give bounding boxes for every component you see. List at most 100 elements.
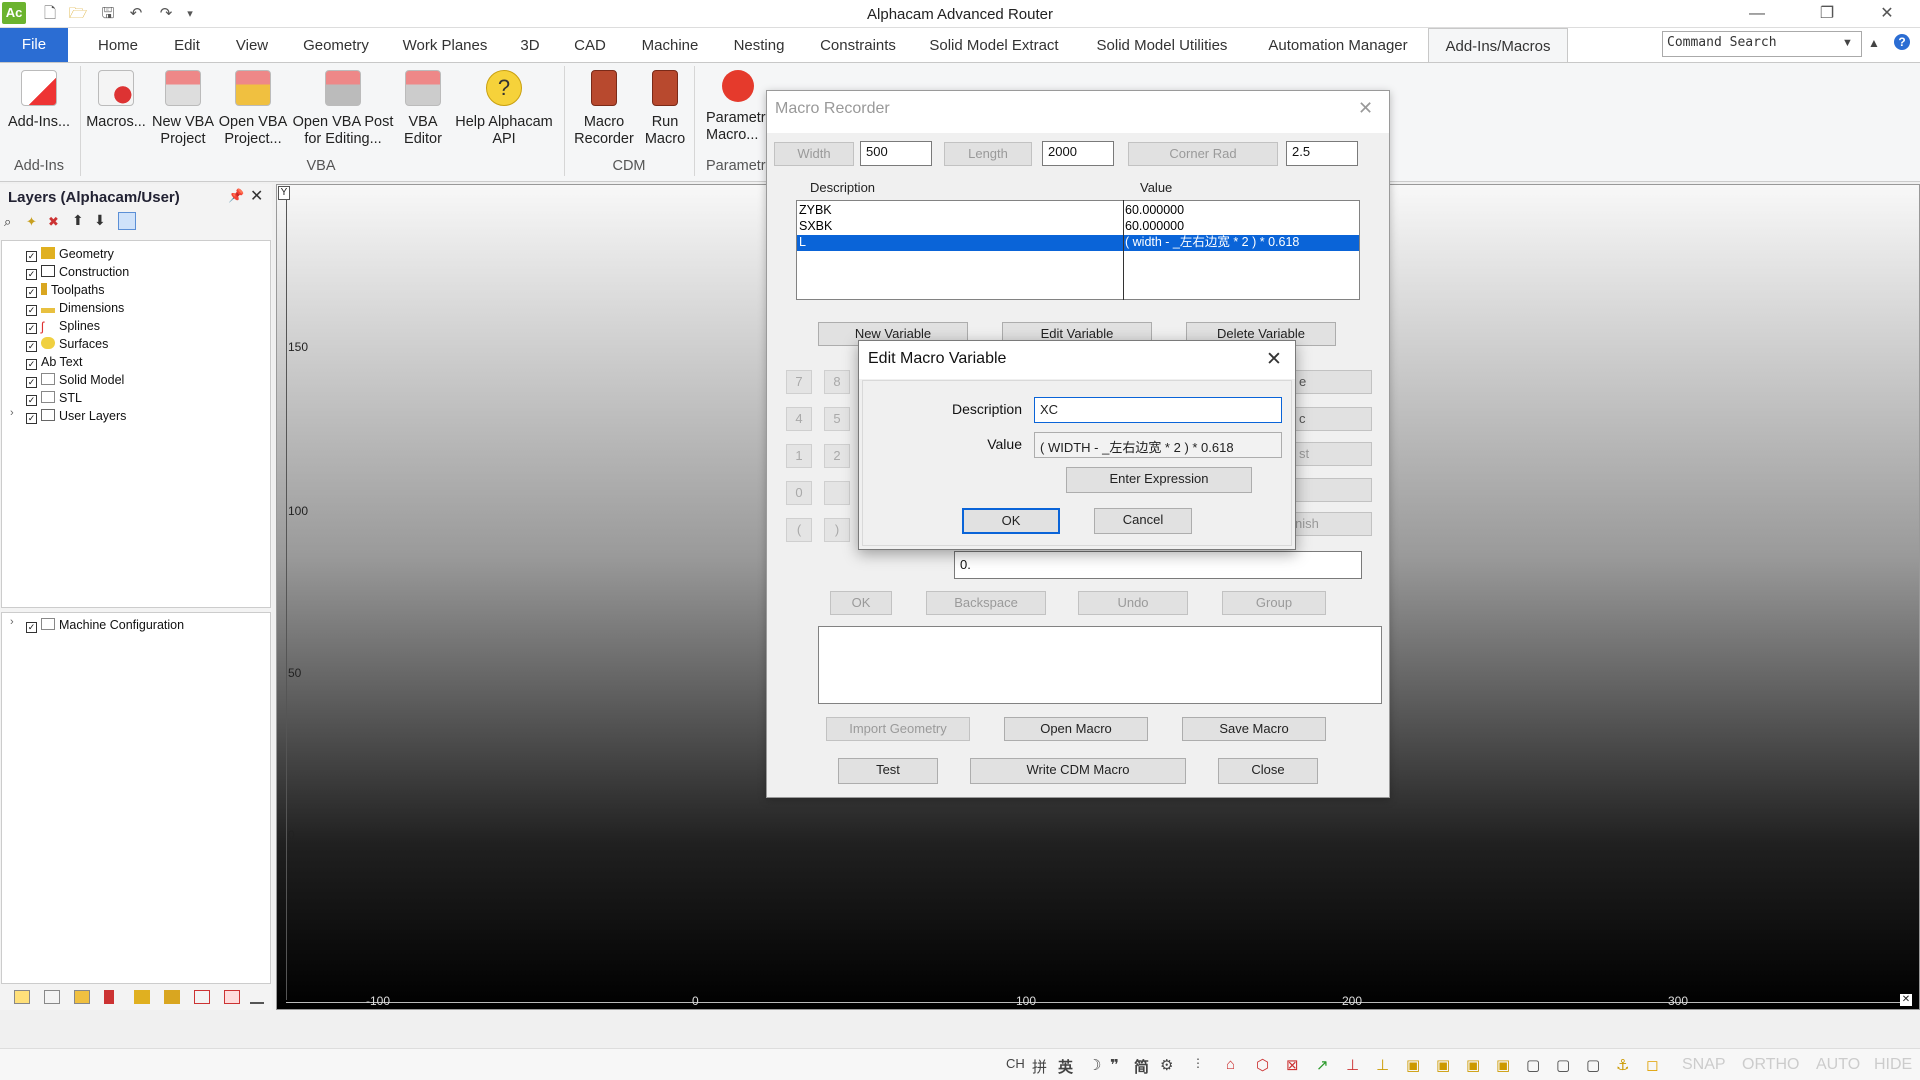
tab-geometry[interactable]: Geometry bbox=[294, 28, 378, 62]
length-button[interactable]: Length bbox=[944, 142, 1032, 166]
ime-language[interactable]: CH bbox=[1006, 1056, 1025, 1071]
edit-dialog-close-icon[interactable]: ✕ bbox=[1266, 348, 1282, 371]
layers-options-icon[interactable] bbox=[118, 212, 136, 230]
save-icon[interactable]: 🖫 bbox=[98, 4, 118, 24]
highlight-tool-icon[interactable]: ◻ bbox=[1646, 1056, 1658, 1074]
axis-tool-icon[interactable]: ↗ bbox=[1316, 1056, 1329, 1074]
tab-work-planes[interactable]: Work Planes bbox=[394, 28, 496, 62]
workplane-tool-icon[interactable]: ⊥ bbox=[1346, 1056, 1359, 1074]
new-vba-project-button[interactable]: New VBA Project bbox=[150, 66, 216, 162]
layers-find-icon[interactable]: ⌕ bbox=[4, 214, 11, 230]
keypad-7[interactable]: 7 bbox=[786, 370, 812, 394]
ok-button[interactable]: OK bbox=[962, 508, 1060, 534]
keypad-8[interactable]: 8 bbox=[824, 370, 850, 394]
tools-tab-icon[interactable] bbox=[104, 990, 114, 1004]
command-search-input[interactable]: Command Search bbox=[1662, 31, 1862, 57]
customize-quick-access-icon[interactable]: ▾ bbox=[180, 4, 200, 24]
layer-solid-model[interactable]: ✓ Solid Model bbox=[26, 371, 124, 389]
machine-tool-icon[interactable]: ⚓ bbox=[1616, 1056, 1629, 1074]
moon-icon[interactable]: ☽ bbox=[1088, 1056, 1101, 1074]
ortho-toggle[interactable]: ORTHO bbox=[1742, 1056, 1799, 1074]
machine-configuration-item[interactable]: ✓ Machine Configuration bbox=[26, 616, 184, 634]
list-item-selected[interactable]: L( width - _左右边宽 * 2 ) * 0.618 bbox=[797, 235, 1359, 251]
group-button[interactable]: Group bbox=[1222, 591, 1326, 615]
restore-icon[interactable]: ❐ bbox=[1804, 2, 1850, 26]
ime-simplified[interactable]: 简 bbox=[1134, 1056, 1149, 1077]
snap-toggle[interactable]: SNAP bbox=[1682, 1056, 1726, 1074]
tab-automation-manager[interactable]: Automation Manager bbox=[1258, 28, 1418, 62]
checkbox-icon[interactable]: ✓ bbox=[26, 287, 37, 298]
keypad-1[interactable]: 1 bbox=[786, 444, 812, 468]
folder-tab-icon[interactable] bbox=[74, 990, 90, 1004]
expand-icon[interactable]: › bbox=[10, 616, 14, 628]
canvas-corner-close-icon[interactable]: ✕ bbox=[1900, 994, 1912, 1006]
corner-rad-button[interactable]: Corner Rad bbox=[1128, 142, 1278, 166]
close-button[interactable]: Close bbox=[1218, 758, 1318, 784]
enter-expression-button[interactable]: Enter Expression bbox=[1066, 467, 1252, 493]
tab-constraints[interactable]: Constraints bbox=[810, 28, 906, 62]
workplane-tab-icon[interactable] bbox=[250, 990, 264, 1004]
vba-editor-button[interactable]: VBA Editor bbox=[398, 66, 448, 162]
layer-toolpaths[interactable]: ✓ Toolpaths bbox=[26, 281, 105, 299]
settings-gear-icon[interactable]: ⚙ bbox=[1160, 1056, 1173, 1074]
add-ins-button[interactable]: Add-Ins... bbox=[4, 66, 74, 162]
write-cdm-macro-button[interactable]: Write CDM Macro bbox=[970, 758, 1186, 784]
layer-text[interactable]: ✓ Ab Text bbox=[26, 353, 82, 371]
punctuation-icon[interactable]: ❞ bbox=[1110, 1056, 1119, 1074]
undo-button[interactable]: Undo bbox=[1078, 591, 1188, 615]
width-input[interactable]: 500 bbox=[860, 141, 932, 166]
view-tool-icon[interactable]: ⬡ bbox=[1256, 1056, 1269, 1074]
save-macro-button[interactable]: Save Macro bbox=[1182, 717, 1326, 741]
tab-add-ins-macros[interactable]: Add-Ins/Macros bbox=[1428, 28, 1568, 62]
variables-list[interactable]: ZYBK 60.000000 SXBK 60.000000 L( width - _… bbox=[796, 200, 1360, 300]
monitor-tool-icon[interactable]: ▢ bbox=[1586, 1056, 1600, 1074]
layer-tool-icon[interactable]: ▣ bbox=[1406, 1056, 1420, 1074]
value-input[interactable]: ( WIDTH - _左右边宽 * 2 ) * 0.618 bbox=[1034, 432, 1282, 458]
tab-file[interactable]: File bbox=[0, 28, 68, 62]
auto-toggle[interactable]: AUTO bbox=[1816, 1056, 1860, 1074]
backspace-button[interactable]: Backspace bbox=[926, 591, 1046, 615]
help-circle-icon[interactable]: ? bbox=[1894, 34, 1910, 50]
redo-icon[interactable]: ↷ bbox=[156, 4, 176, 24]
open-vba-post-button[interactable]: Open VBA Post for Editing... bbox=[290, 66, 396, 162]
window-tool-icon[interactable]: ▢ bbox=[1556, 1056, 1570, 1074]
macro-recorder-close-icon[interactable]: ✕ bbox=[1358, 98, 1373, 119]
layer-construction[interactable]: ✓ Construction bbox=[26, 263, 129, 281]
checkbox-icon[interactable]: ✓ bbox=[26, 377, 37, 388]
checkbox-icon[interactable]: ✓ bbox=[26, 251, 37, 262]
layer-stl[interactable]: ✓ STL bbox=[26, 389, 82, 407]
tab-nesting[interactable]: Nesting bbox=[724, 28, 794, 62]
list-item[interactable]: SXBK 60.000000 bbox=[797, 219, 1359, 235]
tab-cad[interactable]: CAD bbox=[564, 28, 616, 62]
tab-view[interactable]: View bbox=[226, 28, 278, 62]
layer-geometry[interactable]: ✓ Geometry bbox=[26, 245, 114, 263]
zoom-tool-icon[interactable]: ⊠ bbox=[1286, 1056, 1299, 1074]
hide-toggle[interactable]: HIDE bbox=[1874, 1056, 1912, 1074]
length-input[interactable]: 2000 bbox=[1042, 141, 1114, 166]
tab-solid-model-extract[interactable]: Solid Model Extract bbox=[922, 28, 1066, 62]
keypad-0[interactable]: 0 bbox=[786, 481, 812, 505]
open-vba-project-button[interactable]: Open VBA Project... bbox=[218, 66, 288, 162]
expand-icon[interactable]: › bbox=[10, 407, 14, 419]
undo-icon[interactable]: ↶ bbox=[126, 4, 146, 24]
layers-new-icon[interactable]: ✦ bbox=[26, 214, 37, 230]
grid-tool-icon[interactable]: ▣ bbox=[1436, 1056, 1450, 1074]
layers-delete-icon[interactable]: ✖ bbox=[48, 214, 59, 230]
run-macro-button[interactable]: Run Macro bbox=[642, 66, 688, 162]
open-macro-button[interactable]: Open Macro bbox=[1004, 717, 1148, 741]
tab-edit[interactable]: Edit bbox=[164, 28, 210, 62]
checkbox-icon[interactable]: ✓ bbox=[26, 413, 37, 424]
checkbox-icon[interactable]: ✓ bbox=[26, 622, 37, 633]
list-item[interactable]: ZYBK 60.000000 bbox=[797, 203, 1359, 219]
layers-move-up-icon[interactable]: ⬆ bbox=[72, 212, 84, 229]
nesting-tab-icon[interactable] bbox=[194, 990, 210, 1004]
corner-rad-input[interactable]: 2.5 bbox=[1286, 141, 1358, 166]
pin-icon[interactable]: 📌 bbox=[228, 188, 244, 204]
snap-tool-icon[interactable]: ⌂ bbox=[1226, 1056, 1235, 1073]
new-file-icon[interactable]: 🗋 bbox=[40, 4, 60, 24]
tab-machine[interactable]: Machine bbox=[632, 28, 708, 62]
checkbox-icon[interactable]: ✓ bbox=[26, 305, 37, 316]
ime-pinyin[interactable]: 拼 bbox=[1032, 1056, 1047, 1077]
expression-ok-button[interactable]: OK bbox=[830, 591, 892, 615]
cancel-button[interactable]: Cancel bbox=[1094, 508, 1192, 534]
